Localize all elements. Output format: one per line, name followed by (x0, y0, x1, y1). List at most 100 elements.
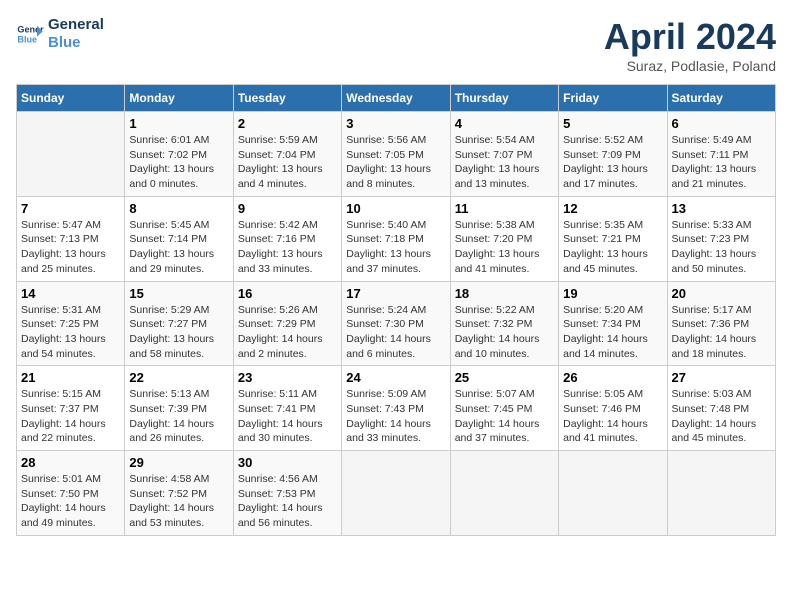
day-number: 18 (455, 286, 554, 301)
day-info: Sunrise: 4:58 AMSunset: 7:52 PMDaylight:… (129, 472, 228, 531)
calendar-body: 1 Sunrise: 6:01 AMSunset: 7:02 PMDaylight… (17, 112, 776, 536)
calendar-cell: 18 Sunrise: 5:22 AMSunset: 7:32 PMDayligh… (450, 281, 558, 366)
calendar-cell: 4 Sunrise: 5:54 AMSunset: 7:07 PMDaylight… (450, 112, 558, 197)
calendar-cell (559, 451, 667, 536)
day-info: Sunrise: 5:47 AMSunset: 7:13 PMDaylight:… (21, 218, 120, 277)
day-info: Sunrise: 5:42 AMSunset: 7:16 PMDaylight:… (238, 218, 337, 277)
calendar-table: SundayMondayTuesdayWednesdayThursdayFrid… (16, 84, 776, 536)
day-info: Sunrise: 5:01 AMSunset: 7:50 PMDaylight:… (21, 472, 120, 531)
week-row-1: 1 Sunrise: 6:01 AMSunset: 7:02 PMDaylight… (17, 112, 776, 197)
day-info: Sunrise: 5:40 AMSunset: 7:18 PMDaylight:… (346, 218, 445, 277)
day-info: Sunrise: 5:49 AMSunset: 7:11 PMDaylight:… (672, 133, 771, 192)
logo: General Blue General Blue (16, 16, 104, 52)
calendar-cell: 14Sunrise: 5:31 AMSunset: 7:25 PMDayligh… (17, 281, 125, 366)
calendar-cell (450, 451, 558, 536)
day-info: Sunrise: 5:56 AMSunset: 7:05 PMDaylight:… (346, 133, 445, 192)
logo-line2: Blue (48, 34, 104, 52)
day-number: 27 (672, 370, 771, 385)
day-number: 2 (238, 116, 337, 131)
day-info: Sunrise: 5:33 AMSunset: 7:23 PMDaylight:… (672, 218, 771, 277)
day-number: 1 (129, 116, 228, 131)
day-number: 4 (455, 116, 554, 131)
day-info: Sunrise: 5:52 AMSunset: 7:09 PMDaylight:… (563, 133, 662, 192)
day-info: Sunrise: 5:17 AMSunset: 7:36 PMDaylight:… (672, 303, 771, 362)
header-cell-saturday: Saturday (667, 85, 775, 112)
day-number: 5 (563, 116, 662, 131)
header-cell-sunday: Sunday (17, 85, 125, 112)
calendar-cell: 26 Sunrise: 5:05 AMSunset: 7:46 PMDayligh… (559, 366, 667, 451)
main-title: April 2024 (604, 16, 776, 58)
calendar-cell (667, 451, 775, 536)
day-info: Sunrise: 6:01 AMSunset: 7:02 PMDaylight:… (129, 133, 228, 192)
day-number: 13 (672, 201, 771, 216)
calendar-cell: 27 Sunrise: 5:03 AMSunset: 7:48 PMDayligh… (667, 366, 775, 451)
day-number: 28 (21, 455, 120, 470)
day-number: 30 (238, 455, 337, 470)
calendar-cell: 28 Sunrise: 5:01 AMSunset: 7:50 PMDayligh… (17, 451, 125, 536)
day-number: 24 (346, 370, 445, 385)
calendar-cell: 29 Sunrise: 4:58 AMSunset: 7:52 PMDayligh… (125, 451, 233, 536)
calendar-cell: 15Sunrise: 5:29 AMSunset: 7:27 PMDayligh… (125, 281, 233, 366)
day-info: Sunrise: 5:13 AMSunset: 7:39 PMDaylight:… (129, 387, 228, 446)
calendar-cell: 22 Sunrise: 5:13 AMSunset: 7:39 PMDayligh… (125, 366, 233, 451)
day-info: Sunrise: 5:05 AMSunset: 7:46 PMDaylight:… (563, 387, 662, 446)
day-number: 12 (563, 201, 662, 216)
calendar-cell: 17 Sunrise: 5:24 AMSunset: 7:30 PMDayligh… (342, 281, 450, 366)
calendar-cell: 3 Sunrise: 5:56 AMSunset: 7:05 PMDaylight… (342, 112, 450, 197)
calendar-cell: 2 Sunrise: 5:59 AMSunset: 7:04 PMDaylight… (233, 112, 341, 197)
calendar-cell: 7Sunrise: 5:47 AMSunset: 7:13 PMDaylight… (17, 196, 125, 281)
calendar-cell: 11Sunrise: 5:38 AMSunset: 7:20 PMDayligh… (450, 196, 558, 281)
header-cell-tuesday: Tuesday (233, 85, 341, 112)
calendar-cell: 6 Sunrise: 5:49 AMSunset: 7:11 PMDaylight… (667, 112, 775, 197)
day-info: Sunrise: 5:45 AMSunset: 7:14 PMDaylight:… (129, 218, 228, 277)
calendar-cell (17, 112, 125, 197)
day-number: 26 (563, 370, 662, 385)
day-number: 19 (563, 286, 662, 301)
calendar-cell: 16Sunrise: 5:26 AMSunset: 7:29 PMDayligh… (233, 281, 341, 366)
day-number: 22 (129, 370, 228, 385)
day-info: Sunrise: 4:56 AMSunset: 7:53 PMDaylight:… (238, 472, 337, 531)
day-number: 17 (346, 286, 445, 301)
calendar-cell: 21 Sunrise: 5:15 AMSunset: 7:37 PMDayligh… (17, 366, 125, 451)
day-info: Sunrise: 5:20 AMSunset: 7:34 PMDaylight:… (563, 303, 662, 362)
day-info: Sunrise: 5:24 AMSunset: 7:30 PMDaylight:… (346, 303, 445, 362)
day-number: 16 (238, 286, 337, 301)
calendar-cell: 13 Sunrise: 5:33 AMSunset: 7:23 PMDayligh… (667, 196, 775, 281)
logo-icon: General Blue (16, 20, 44, 48)
logo-line1: General (48, 16, 104, 34)
calendar-cell: 30 Sunrise: 4:56 AMSunset: 7:53 PMDayligh… (233, 451, 341, 536)
week-row-3: 14Sunrise: 5:31 AMSunset: 7:25 PMDayligh… (17, 281, 776, 366)
day-info: Sunrise: 5:03 AMSunset: 7:48 PMDaylight:… (672, 387, 771, 446)
calendar-cell: 9 Sunrise: 5:42 AMSunset: 7:16 PMDaylight… (233, 196, 341, 281)
day-info: Sunrise: 5:29 AMSunset: 7:27 PMDaylight:… (129, 303, 228, 362)
calendar-cell: 1 Sunrise: 6:01 AMSunset: 7:02 PMDaylight… (125, 112, 233, 197)
week-row-2: 7Sunrise: 5:47 AMSunset: 7:13 PMDaylight… (17, 196, 776, 281)
day-info: Sunrise: 5:22 AMSunset: 7:32 PMDaylight:… (455, 303, 554, 362)
day-number: 25 (455, 370, 554, 385)
calendar-cell: 24Sunrise: 5:09 AMSunset: 7:43 PMDayligh… (342, 366, 450, 451)
calendar-cell: 8 Sunrise: 5:45 AMSunset: 7:14 PMDaylight… (125, 196, 233, 281)
day-info: Sunrise: 5:15 AMSunset: 7:37 PMDaylight:… (21, 387, 120, 446)
calendar-cell: 23Sunrise: 5:11 AMSunset: 7:41 PMDayligh… (233, 366, 341, 451)
day-info: Sunrise: 5:54 AMSunset: 7:07 PMDaylight:… (455, 133, 554, 192)
calendar-cell: 5 Sunrise: 5:52 AMSunset: 7:09 PMDaylight… (559, 112, 667, 197)
day-info: Sunrise: 5:35 AMSunset: 7:21 PMDaylight:… (563, 218, 662, 277)
day-number: 3 (346, 116, 445, 131)
day-number: 6 (672, 116, 771, 131)
calendar-header-row: SundayMondayTuesdayWednesdayThursdayFrid… (17, 85, 776, 112)
day-number: 14 (21, 286, 120, 301)
day-info: Sunrise: 5:59 AMSunset: 7:04 PMDaylight:… (238, 133, 337, 192)
day-number: 11 (455, 201, 554, 216)
calendar-cell: 20Sunrise: 5:17 AMSunset: 7:36 PMDayligh… (667, 281, 775, 366)
day-number: 8 (129, 201, 228, 216)
day-number: 29 (129, 455, 228, 470)
day-number: 21 (21, 370, 120, 385)
calendar-cell: 12 Sunrise: 5:35 AMSunset: 7:21 PMDayligh… (559, 196, 667, 281)
day-number: 10 (346, 201, 445, 216)
day-number: 9 (238, 201, 337, 216)
day-info: Sunrise: 5:07 AMSunset: 7:45 PMDaylight:… (455, 387, 554, 446)
page-header: General Blue General Blue April 2024 Sur… (16, 16, 776, 74)
title-block: April 2024 Suraz, Podlasie, Poland (604, 16, 776, 74)
header-cell-monday: Monday (125, 85, 233, 112)
calendar-cell (342, 451, 450, 536)
